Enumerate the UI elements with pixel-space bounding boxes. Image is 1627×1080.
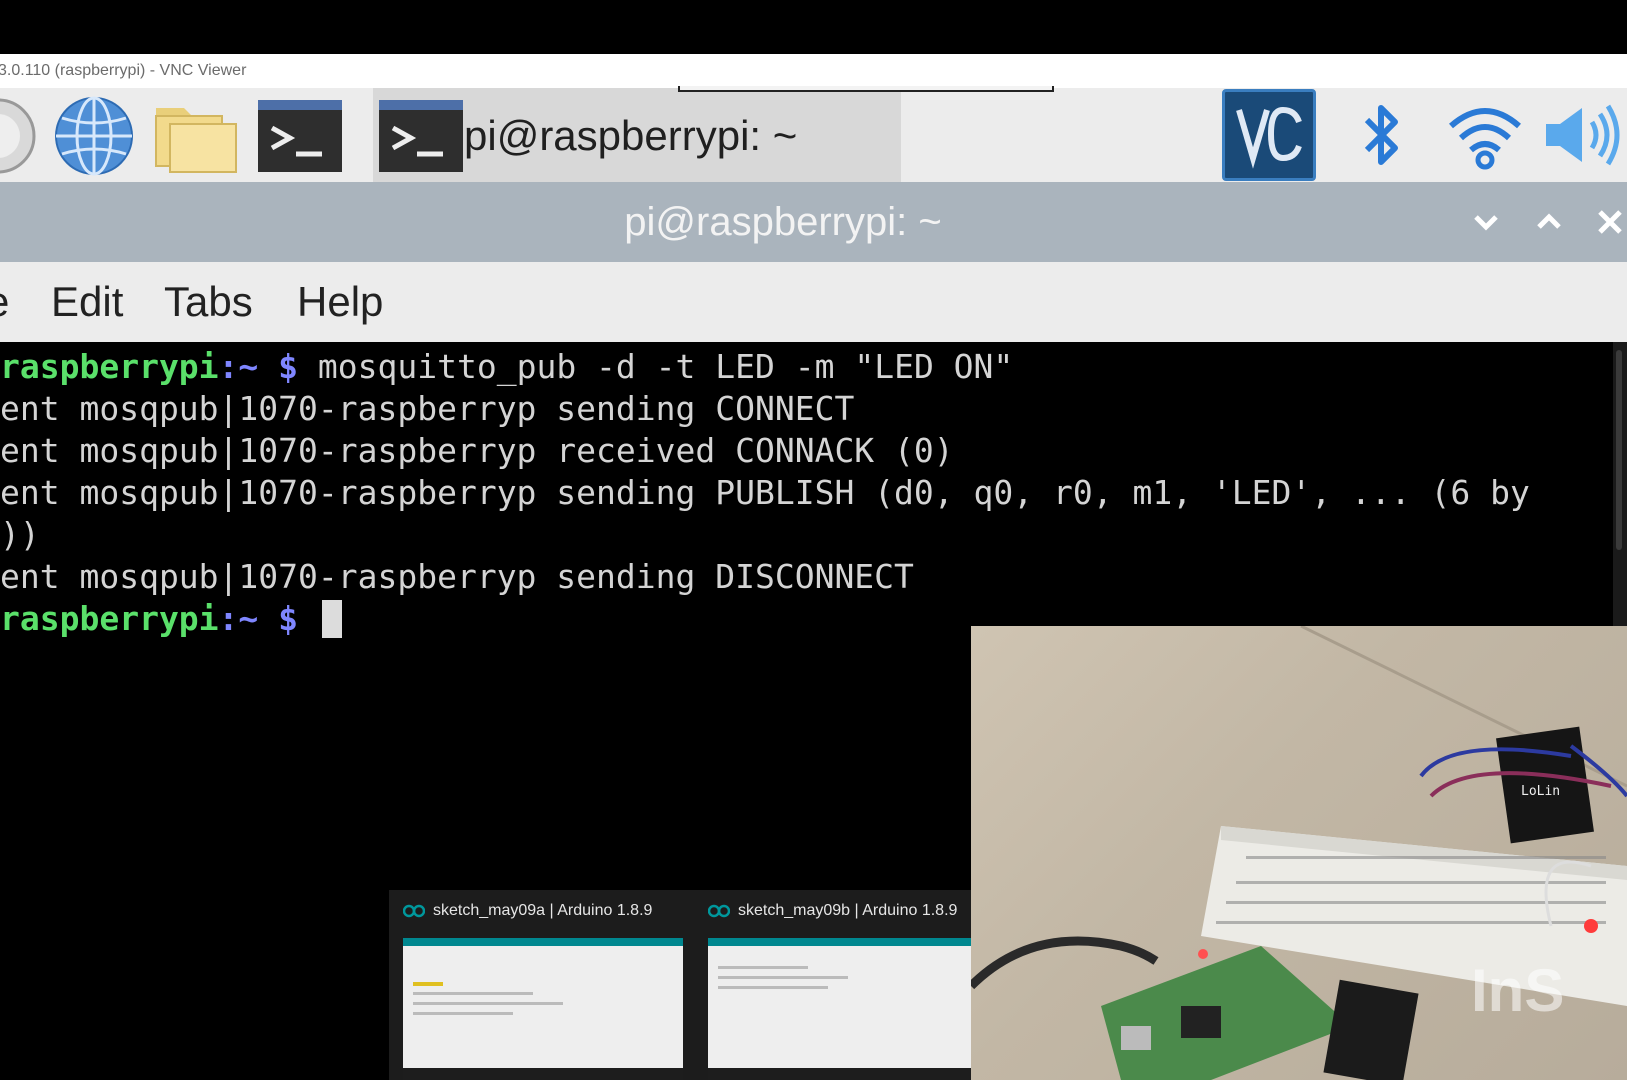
taskbar-task-label: pi@raspberrypi: ~	[464, 112, 798, 159]
terminal-line-command: raspberrypi:~ $ mosquitto_pub -d -t LED …	[0, 346, 1013, 388]
terminal-line: ent mosqpub|1070-raspberryp sending PUBL…	[0, 473, 1530, 512]
volume-icon[interactable]	[1535, 88, 1627, 182]
vnc-viewer-title-bar: 3.0.110 (raspberrypi) - VNC Viewer	[0, 54, 1627, 88]
arduino-window-preview-a[interactable]: sketch_may09a | Arduino 1.8.9	[389, 890, 683, 1080]
vnc-server-icon[interactable]	[1222, 89, 1316, 181]
arduino-window-title-b: sketch_may09b | Arduino 1.8.9	[708, 902, 957, 920]
terminal-title-bar[interactable]: pi@raspberrypi: ~	[0, 182, 1627, 262]
vnc-window-title: 3.0.110 (raspberrypi) - VNC Viewer	[0, 62, 247, 79]
menu-help[interactable]: Help	[297, 262, 383, 342]
minimize-button[interactable]	[1461, 182, 1511, 262]
prompt-host: raspberrypi	[0, 347, 219, 386]
terminal-launcher-icon[interactable]	[256, 94, 342, 178]
command-text: mosquitto_pub -d -t LED -m "LED ON"	[298, 347, 1014, 386]
terminal-menu-bar: e Edit Tabs Help	[0, 262, 1627, 342]
bluetooth-icon[interactable]	[1334, 88, 1430, 182]
window-preview-popup: sketch_may09a | Arduino 1.8.9 sketch_may…	[389, 890, 988, 1080]
terminal-scrollbar-thumb[interactable]	[1616, 350, 1622, 550]
arduino-icon	[403, 904, 425, 918]
terminal-line: ent mosqpub|1070-raspberryp sending DISC…	[0, 557, 914, 596]
web-browser-globe-icon[interactable]	[52, 94, 136, 178]
menu-tabs[interactable]: Tabs	[164, 262, 253, 342]
arduino-window-title-a: sketch_may09a | Arduino 1.8.9	[403, 902, 652, 920]
prompt-dollar: $	[278, 599, 299, 638]
chevron-down-icon	[1474, 215, 1498, 231]
wifi-icon[interactable]	[1437, 88, 1533, 182]
maximize-button[interactable]	[1524, 182, 1574, 262]
arduino-preview-image-b	[708, 938, 988, 1080]
arduino-preview-image-a	[403, 938, 683, 1080]
prompt-path: :~	[218, 347, 259, 386]
watermark-text: InS	[1471, 957, 1565, 1024]
terminal-line-prompt: raspberrypi:~ $	[0, 598, 342, 640]
menu-edit[interactable]: Edit	[51, 262, 123, 342]
chevron-up-icon	[1537, 213, 1561, 229]
raspberry-menu-icon[interactable]	[0, 94, 40, 178]
tooltip-edge	[678, 86, 1054, 92]
text-cursor	[321, 600, 342, 638]
arduino-icon	[708, 904, 730, 918]
close-button[interactable]	[1585, 182, 1627, 262]
video-top-black-bar	[0, 0, 1627, 54]
terminal-line: ))	[0, 515, 40, 554]
prompt-path: :~	[218, 599, 259, 638]
menu-file[interactable]: e	[0, 262, 9, 342]
terminal-line: ent mosqpub|1070-raspberryp received CON…	[0, 431, 954, 470]
file-manager-folder-icon[interactable]	[152, 94, 237, 178]
terminal-window-title: pi@raspberrypi: ~	[624, 200, 942, 244]
close-icon	[1598, 210, 1622, 234]
board-label: LoLin	[1521, 784, 1561, 799]
arduino-window-preview-b[interactable]: sketch_may09b | Arduino 1.8.9	[694, 890, 988, 1080]
prompt-dollar: $	[278, 347, 299, 386]
webcam-photo-overlay: LoLin InS	[971, 626, 1627, 1080]
prompt-host: raspberrypi	[0, 599, 219, 638]
terminal-line: ent mosqpub|1070-raspberryp sending CONN…	[0, 389, 855, 428]
terminal-icon	[377, 94, 463, 178]
